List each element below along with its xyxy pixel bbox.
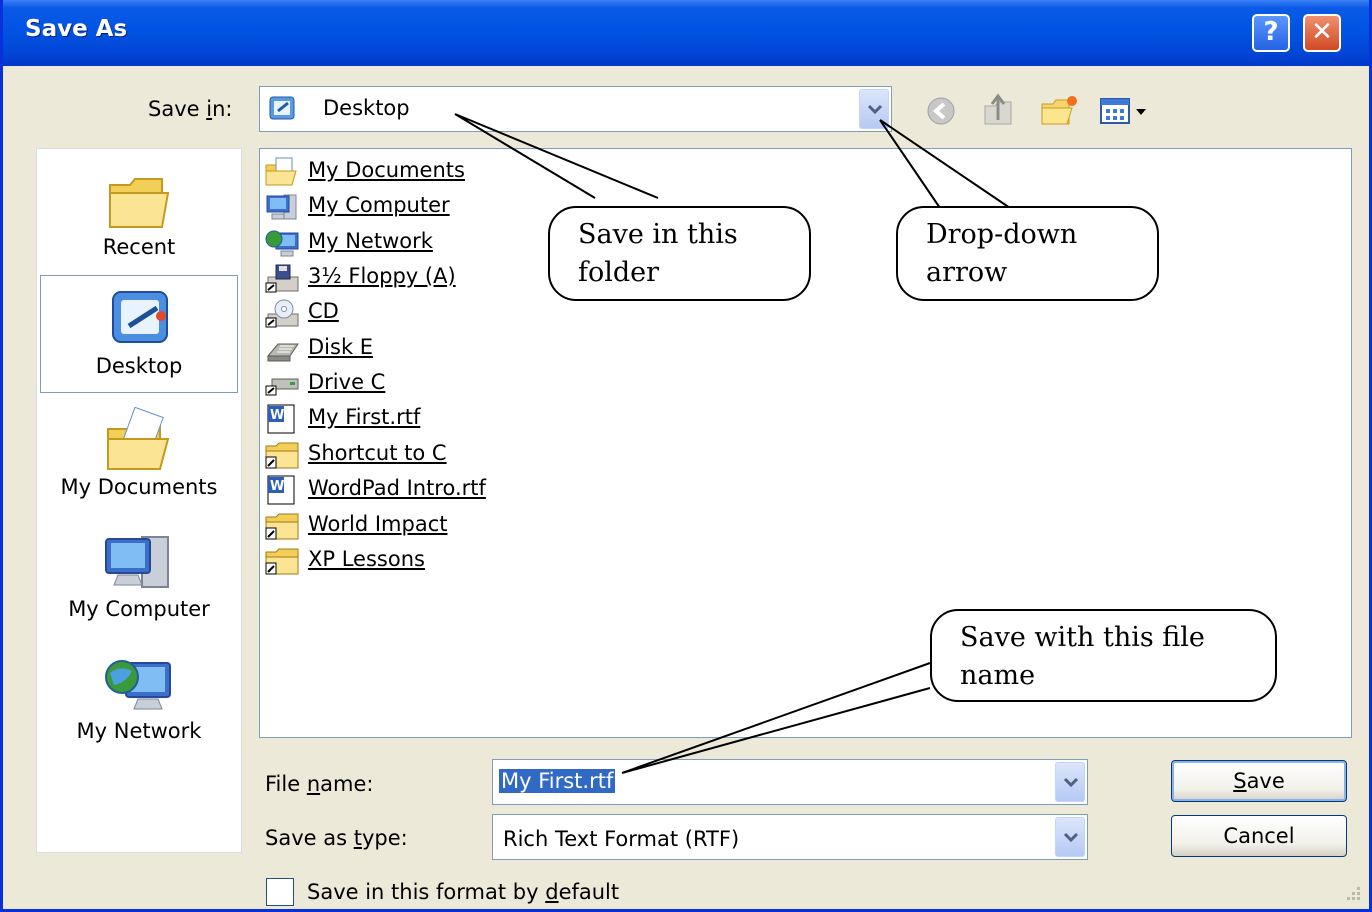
title-bar[interactable]: Save As ? ✕: [3, 0, 1369, 66]
places-item-recent[interactable]: Recent: [40, 157, 238, 275]
save-in-label: Save in:: [148, 97, 233, 121]
save-button[interactable]: Save: [1171, 760, 1347, 802]
back-icon[interactable]: [925, 95, 957, 127]
chevron-down-icon: [1063, 832, 1079, 843]
places-item-my-documents[interactable]: My Documents: [40, 397, 238, 515]
callout-save-in-folder: Save in this folder: [548, 206, 811, 301]
places-item-my-computer[interactable]: My Computer: [40, 519, 238, 637]
recent-folder-icon: [102, 167, 176, 237]
folder-shortcut-icon: [264, 440, 300, 470]
help-button[interactable]: ?: [1252, 14, 1290, 52]
save-as-type-value: Rich Text Format (RTF): [503, 827, 740, 851]
svg-text:W: W: [270, 408, 284, 423]
folder-shortcut-icon: [264, 511, 300, 541]
save-as-dialog: Save As ? ✕ Save in: Desktop Recent Desk…: [0, 0, 1372, 912]
rtf-document-icon: W: [264, 404, 300, 434]
file-name-dropdown-button[interactable]: [1055, 762, 1085, 802]
save-format-default-label: Save in this format by default: [307, 880, 620, 904]
places-label: My Network: [76, 719, 202, 743]
callout-dropdown-arrow: Drop-down arrow: [896, 206, 1159, 301]
save-as-type-dropdown-button[interactable]: [1055, 817, 1085, 857]
desktop-icon: [103, 286, 177, 356]
views-menu-icon[interactable]: [1098, 95, 1152, 127]
removable-disk-icon: [264, 334, 300, 364]
save-in-dropdown-button[interactable]: [859, 89, 889, 129]
file-name-label: File name:: [265, 772, 374, 796]
places-item-my-network[interactable]: My Network: [40, 641, 238, 759]
places-label: My Computer: [68, 597, 210, 621]
callout-file-name: Save with this file name: [930, 609, 1277, 702]
rtf-document-icon: W: [264, 475, 300, 505]
save-in-combobox[interactable]: Desktop: [259, 86, 892, 132]
save-as-type-combobox[interactable]: Rich Text Format (RTF): [492, 814, 1088, 860]
new-folder-icon[interactable]: [1039, 94, 1079, 128]
chevron-down-icon: [1063, 777, 1079, 788]
file-name-combobox[interactable]: My First.rtf: [492, 759, 1088, 805]
svg-text:W: W: [270, 479, 284, 494]
my-network-icon: [102, 651, 176, 721]
places-label: Recent: [102, 235, 176, 259]
hard-drive-icon: [264, 369, 300, 399]
desktop-icon: [268, 95, 298, 123]
chevron-down-icon: [867, 104, 883, 115]
window-title: Save As: [25, 16, 128, 42]
places-bar: Recent Desktop My Documents My Computer …: [36, 148, 242, 853]
save-as-type-label: Save as type:: [265, 826, 408, 850]
save-format-default-checkbox[interactable]: [266, 878, 294, 906]
places-label: Desktop: [95, 354, 183, 378]
my-computer-icon: [264, 192, 300, 222]
floppy-drive-icon: [264, 263, 300, 293]
my-computer-icon: [102, 529, 176, 599]
places-label: My Documents: [60, 475, 218, 499]
resize-grip-icon[interactable]: [1343, 885, 1363, 905]
file-name-input[interactable]: My First.rtf: [499, 769, 616, 793]
up-folder-icon[interactable]: [981, 92, 1015, 128]
cd-drive-icon: [264, 298, 300, 328]
my-documents-icon: [264, 157, 300, 187]
save-in-value: Desktop: [323, 96, 410, 120]
my-documents-icon: [102, 406, 176, 477]
close-button[interactable]: ✕: [1303, 14, 1341, 52]
folder-shortcut-icon: [264, 546, 300, 576]
places-item-desktop[interactable]: Desktop: [40, 275, 238, 393]
cancel-button[interactable]: Cancel: [1171, 815, 1347, 857]
my-network-icon: [264, 228, 300, 258]
